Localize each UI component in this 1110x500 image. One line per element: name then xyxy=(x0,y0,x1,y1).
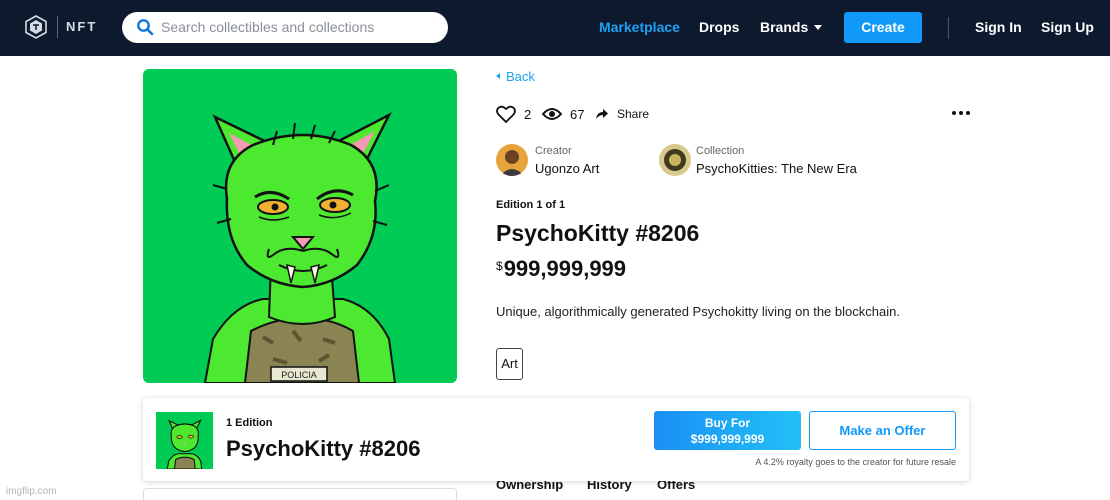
category-tag[interactable]: Art xyxy=(496,348,523,380)
creator-name-link[interactable]: Ugonzo Art xyxy=(535,161,599,176)
search-box[interactable] xyxy=(122,12,448,43)
share-button[interactable]: Share xyxy=(595,104,649,124)
search-icon xyxy=(137,19,154,36)
more-options-icon[interactable] xyxy=(950,106,972,120)
royalty-note: A 4.2% royalty goes to the creator for f… xyxy=(755,457,956,467)
nav-brands-label: Brands xyxy=(760,19,809,35)
buybar-title: PsychoKitty #8206 xyxy=(226,436,421,461)
psychokitty-illustration: POLICIA xyxy=(203,112,397,383)
crypto-com-logo-icon[interactable] xyxy=(24,15,48,39)
caret-down-icon xyxy=(814,25,823,30)
price-value: 999,999,999 xyxy=(503,256,627,281)
imgflip-watermark: imgflip.com xyxy=(6,486,57,497)
like-count: 2 xyxy=(524,106,532,122)
edition-info: Edition 1 of 1 xyxy=(496,199,566,211)
nft-title: PsychoKitty #8206 xyxy=(496,220,700,246)
back-label: Back xyxy=(506,69,535,84)
price: $999,999,999 xyxy=(496,256,626,282)
top-navigation-bar: NFT Marketplace Drops Brands Create Sign… xyxy=(0,0,1110,56)
buy-button[interactable]: Buy For $999,999,999 xyxy=(654,411,801,450)
back-caret-icon xyxy=(496,73,500,79)
buy-button-price: $999,999,999 xyxy=(690,432,765,446)
nav-drops-link[interactable]: Drops xyxy=(699,19,739,35)
collection-label: Collection xyxy=(696,145,745,157)
share-arrow-icon xyxy=(596,109,608,119)
make-offer-button[interactable]: Make an Offer xyxy=(809,411,956,450)
creator-avatar[interactable] xyxy=(496,144,528,176)
nft-artwork-image[interactable]: POLICIA xyxy=(143,69,457,383)
share-label: Share xyxy=(617,107,650,121)
heart-icon xyxy=(496,105,516,123)
create-button[interactable]: Create xyxy=(844,12,922,43)
nft-logo-text[interactable]: NFT xyxy=(66,19,97,34)
search-input[interactable] xyxy=(161,17,431,37)
nav-brands-dropdown[interactable]: Brands xyxy=(760,19,823,35)
buybar-edition: 1 Edition xyxy=(226,417,273,429)
nft-thumbnail xyxy=(156,412,213,469)
logo-divider xyxy=(57,16,58,38)
buy-button-label: Buy For xyxy=(704,416,751,430)
eye-icon xyxy=(542,108,562,120)
back-link[interactable]: Back xyxy=(496,69,535,84)
sign-up-link[interactable]: Sign Up xyxy=(1041,19,1094,35)
collection-avatar[interactable] xyxy=(659,144,691,176)
vest-label: POLICIA xyxy=(281,370,317,380)
collection-name-link[interactable]: PsychoKitties: The New Era xyxy=(696,161,857,176)
creator-label: Creator xyxy=(535,145,572,157)
like-button[interactable]: 2 xyxy=(496,104,531,124)
nav-marketplace-link[interactable]: Marketplace xyxy=(599,19,680,35)
view-count: 67 xyxy=(570,106,585,122)
nft-description: Unique, algorithmically generated Psycho… xyxy=(496,304,900,319)
properties-card-edge xyxy=(143,488,457,500)
price-currency: $ xyxy=(496,259,503,273)
purchase-bar: 1 Edition PsychoKitty #8206 Buy For $999… xyxy=(143,398,969,481)
views-stat: 67 xyxy=(542,104,584,124)
sign-in-link[interactable]: Sign In xyxy=(975,19,1022,35)
header-divider xyxy=(948,17,949,39)
